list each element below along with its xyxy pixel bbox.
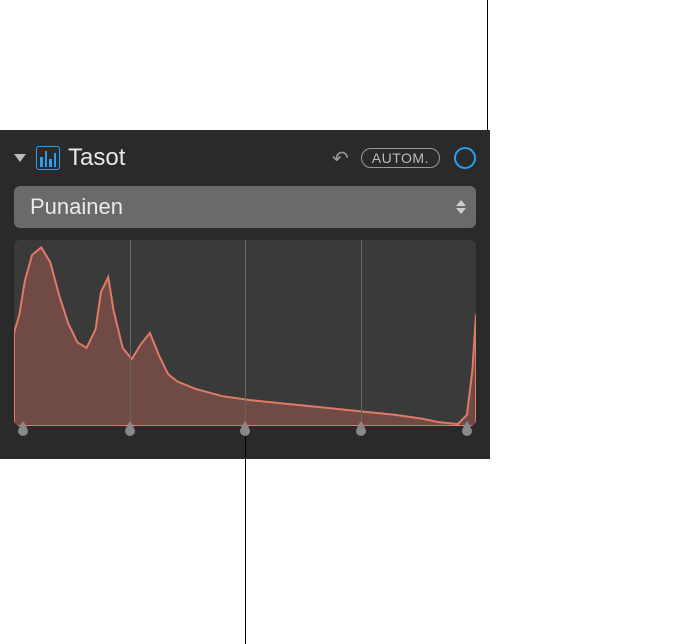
grid-line bbox=[245, 240, 246, 426]
histogram bbox=[14, 240, 476, 426]
levels-handle-2[interactable] bbox=[239, 421, 251, 437]
levels-icon bbox=[36, 146, 60, 170]
panel-header: Tasot ↶ AUTOM. bbox=[14, 140, 476, 176]
panel-title: Tasot bbox=[68, 144, 324, 172]
channel-dropdown[interactable]: Punainen bbox=[14, 186, 476, 228]
levels-panel: Tasot ↶ AUTOM. Punainen bbox=[0, 130, 490, 459]
callout-line-bottom bbox=[245, 436, 246, 644]
disclosure-triangle-icon[interactable] bbox=[14, 154, 26, 162]
enable-toggle[interactable] bbox=[454, 147, 476, 169]
levels-handle-3[interactable] bbox=[355, 421, 367, 437]
levels-handle-0[interactable] bbox=[17, 421, 29, 437]
undo-icon[interactable]: ↶ bbox=[332, 146, 349, 171]
levels-handle-1[interactable] bbox=[124, 421, 136, 437]
channel-selected-label: Punainen bbox=[30, 194, 123, 220]
grid-line bbox=[361, 240, 362, 426]
auto-button[interactable]: AUTOM. bbox=[361, 148, 440, 168]
stepper-icon bbox=[456, 200, 466, 214]
levels-handle-4[interactable] bbox=[461, 421, 473, 437]
grid-line bbox=[130, 240, 131, 426]
